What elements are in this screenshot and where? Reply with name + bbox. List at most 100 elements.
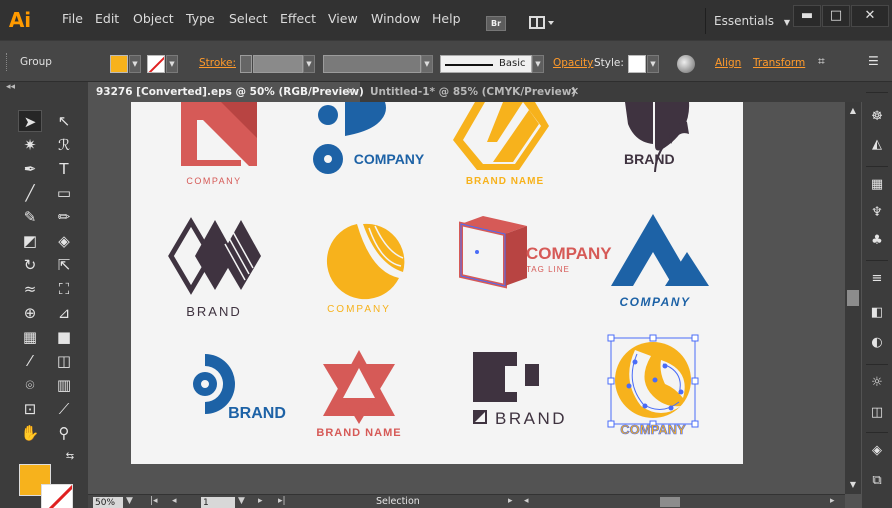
- status-menu-icon[interactable]: ▸: [508, 496, 513, 506]
- logo-coral-square[interactable]: COMPANY: [181, 102, 257, 186]
- selection-icon[interactable]: ➤: [18, 110, 42, 132]
- swatches-icon[interactable]: ▦: [868, 176, 886, 194]
- brush-definition[interactable]: Basic: [440, 55, 532, 73]
- pencil-icon[interactable]: ✏: [52, 206, 76, 228]
- fill-color-swatch[interactable]: [110, 55, 128, 73]
- graphic-styles-icon[interactable]: ◫: [868, 404, 886, 422]
- brush-dropdown[interactable]: ▼: [532, 55, 544, 73]
- transform-link[interactable]: Transform: [753, 57, 805, 69]
- gradient-panel-icon[interactable]: ◧: [868, 304, 886, 322]
- gradient-icon[interactable]: ■: [52, 326, 76, 348]
- stroke-weight-dropdown[interactable]: ▼: [303, 55, 315, 73]
- stroke-color-box[interactable]: [41, 484, 73, 508]
- blob-brush-icon[interactable]: ◩: [18, 230, 42, 252]
- logo-yellow-hexagon[interactable]: BRAND NAME: [453, 102, 549, 187]
- menu-edit[interactable]: Edit: [95, 11, 119, 26]
- tools-panel-header[interactable]: ◂◂: [6, 82, 82, 102]
- close-button[interactable]: ✕: [851, 5, 889, 27]
- logo-plum-leaves[interactable]: BRAND: [624, 102, 690, 173]
- logo-plum-blocks[interactable]: BRAND: [473, 352, 567, 428]
- recolor-artwork-icon[interactable]: [677, 55, 695, 73]
- tab-document-1[interactable]: 93276 [Converted].eps @ 50% (RGB/Preview…: [88, 82, 364, 102]
- style-dropdown[interactable]: ▼: [647, 55, 659, 73]
- symbol-sprayer-icon[interactable]: ⌾: [18, 374, 42, 396]
- graph-icon[interactable]: ▥: [52, 374, 76, 396]
- bounding-handle[interactable]: [607, 377, 615, 385]
- free-transform-icon[interactable]: ⛶: [52, 278, 76, 300]
- stroke-dropdown-arrow[interactable]: ▼: [166, 55, 178, 73]
- logo-plum-diamonds[interactable]: BRAND: [168, 217, 261, 319]
- scale-icon[interactable]: ⇱: [52, 254, 76, 276]
- eraser-icon[interactable]: ◈: [52, 230, 76, 252]
- mesh-icon[interactable]: ▦: [18, 326, 42, 348]
- opacity-link[interactable]: Opacity: [553, 57, 593, 69]
- variable-width-profile[interactable]: [323, 55, 421, 73]
- panel-menu-icon[interactable]: ☰: [868, 54, 879, 68]
- rotate-icon[interactable]: ↻: [18, 254, 42, 276]
- menu-type[interactable]: Type: [186, 11, 215, 26]
- workspace-switcher[interactable]: Essentials ▼: [705, 8, 790, 34]
- shape-builder-icon[interactable]: ⊕: [18, 302, 42, 324]
- close-tab-icon[interactable]: ✕: [570, 82, 579, 102]
- artboard-icon[interactable]: ⊡: [18, 398, 42, 420]
- next-artboard-icon[interactable]: ▸: [258, 496, 263, 506]
- scrollbar-thumb[interactable]: [847, 290, 859, 306]
- bounding-handle[interactable]: [691, 420, 699, 428]
- artboard[interactable]: COMPANY COMPANY BRAND NAME BRAND BRAND C…: [131, 102, 743, 464]
- fill-dropdown-arrow[interactable]: ▼: [129, 55, 141, 73]
- last-artboard-icon[interactable]: ▸|: [278, 496, 286, 506]
- stroke-weight-field[interactable]: [253, 55, 303, 73]
- bounding-handle[interactable]: [607, 334, 615, 342]
- width-icon[interactable]: ≈: [18, 278, 42, 300]
- menu-object[interactable]: Object: [133, 11, 174, 26]
- stroke-link[interactable]: Stroke:: [199, 57, 236, 69]
- magic-wand-icon[interactable]: ✷: [18, 134, 42, 156]
- logo-coral-cube[interactable]: COMPANY TAG LINE: [459, 216, 612, 289]
- restore-button[interactable]: □: [822, 5, 850, 27]
- scroll-down-icon[interactable]: ▼: [845, 478, 861, 492]
- swap-colors-icon[interactable]: ⇆: [58, 446, 82, 468]
- type-icon[interactable]: T: [52, 158, 76, 180]
- eyedropper-icon[interactable]: ⁄: [18, 350, 42, 372]
- graphic-style-swatch[interactable]: [628, 55, 646, 73]
- menu-effect[interactable]: Effect: [280, 11, 316, 26]
- logo-yellow-circle[interactable]: COMPANY: [326, 223, 405, 315]
- vertical-scrollbar[interactable]: ▲ ▼: [845, 102, 861, 494]
- close-tab-icon[interactable]: ✕: [346, 82, 355, 102]
- bounding-handle[interactable]: [607, 420, 615, 428]
- zoom-level-field[interactable]: 50%: [93, 497, 123, 508]
- isolate-group-icon[interactable]: ⌗: [818, 54, 825, 69]
- stroke-color-swatch[interactable]: [147, 55, 165, 73]
- hand-icon[interactable]: ✋: [18, 422, 42, 444]
- blend-icon[interactable]: ◫: [52, 350, 76, 372]
- tab-document-2[interactable]: Untitled-1* @ 85% (CMYK/Preview): [362, 82, 582, 102]
- perspective-icon[interactable]: ⊿: [52, 302, 76, 324]
- stroke-weight-stepper[interactable]: [240, 55, 252, 73]
- bounding-handle[interactable]: [691, 377, 699, 385]
- logo-blue-mountains[interactable]: COMPANY: [611, 214, 709, 309]
- minimize-button[interactable]: ▬: [793, 5, 821, 27]
- artboard-dropdown-icon[interactable]: ▼: [238, 496, 245, 506]
- slice-icon[interactable]: ⟋: [52, 398, 76, 420]
- zoom-dropdown-icon[interactable]: ▼: [126, 496, 133, 506]
- artboards-icon[interactable]: ⧉: [868, 472, 886, 490]
- arrange-documents-button[interactable]: [528, 15, 556, 31]
- logo-blue-drop[interactable]: COMPANY: [313, 102, 425, 174]
- first-artboard-icon[interactable]: |◂: [150, 496, 158, 506]
- panel-grip-icon[interactable]: [6, 53, 9, 71]
- scroll-up-icon[interactable]: ▲: [845, 104, 861, 118]
- rectangle-icon[interactable]: ▭: [52, 182, 76, 204]
- direct-selection-icon[interactable]: ↖: [52, 110, 76, 132]
- pen-icon[interactable]: ✒: [18, 158, 42, 180]
- bridge-button[interactable]: Br: [486, 16, 506, 31]
- bounding-handle[interactable]: [649, 334, 657, 342]
- menu-view[interactable]: View: [328, 11, 358, 26]
- logo-yellow-selected[interactable]: COMPANY: [607, 334, 699, 437]
- lasso-icon[interactable]: ℛ: [52, 134, 76, 156]
- logo-blue-swirl[interactable]: BRAND: [193, 354, 286, 422]
- color-guide-icon[interactable]: ☸: [868, 108, 886, 126]
- brushes-icon[interactable]: ♆: [868, 204, 886, 222]
- color-icon[interactable]: ◭: [868, 136, 886, 154]
- scroll-left-icon[interactable]: ◂: [524, 496, 529, 506]
- stroke-panel-icon[interactable]: ≡: [868, 270, 886, 288]
